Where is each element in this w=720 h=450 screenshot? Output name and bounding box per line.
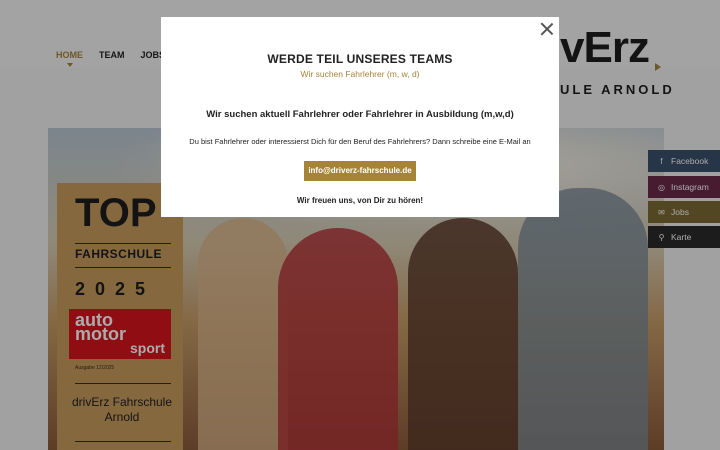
modal-text: Du bist Fahrlehrer oder interessierst Di… [189,137,531,146]
close-icon[interactable] [540,22,554,36]
modal-thanks: Wir freuen uns, von Dir zu hören! [296,196,424,205]
modal-heading: Wir suchen aktuell Fahrlehrer oder Fahrl… [206,109,514,120]
jobs-modal: WERDE TEIL UNSERES TEAMS Wir suchen Fahr… [161,17,559,217]
modal-subtitle: Wir suchen Fahrlehrer (m, w, d) [300,69,420,79]
modal-title: WERDE TEIL UNSERES TEAMS [267,52,453,66]
email-button[interactable]: info@driverz-fahrschule.de [304,161,416,181]
